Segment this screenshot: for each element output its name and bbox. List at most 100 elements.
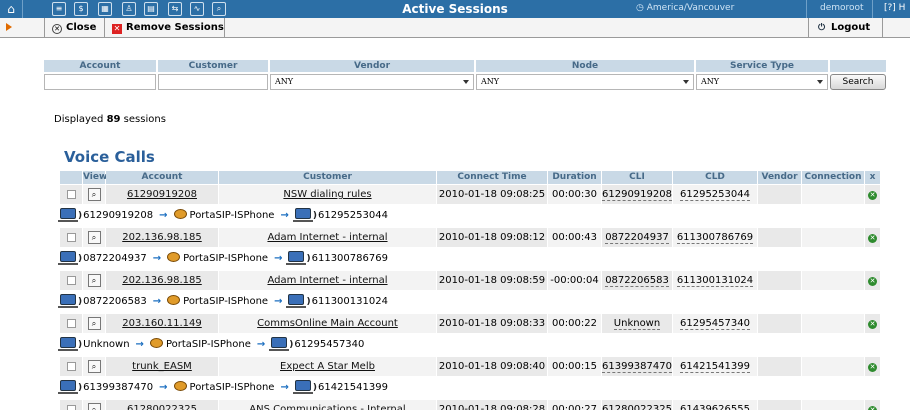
play-arrow-icon (6, 23, 12, 31)
customer-link[interactable]: Adam Internet - internal (267, 275, 387, 286)
account-link[interactable]: 61290919208 (127, 189, 197, 200)
chart-icon[interactable]: ∿ (190, 2, 204, 16)
divider (806, 0, 807, 18)
row-checkbox[interactable] (66, 190, 76, 199)
cell-vendor (758, 357, 801, 377)
view-details-icon[interactable]: ⌕ (87, 188, 101, 201)
cell-customer: Adam Internet - internal (219, 271, 436, 291)
grid-icon[interactable]: ▦ (98, 2, 112, 16)
cell-connect-time: 2010-01-18 09:08:12 (437, 228, 547, 248)
account-link[interactable]: 202.136.98.185 (122, 232, 202, 243)
customer-input[interactable] (158, 74, 268, 90)
home-icon[interactable]: ⌂ (4, 2, 18, 16)
remove-label: Remove Sessions (126, 22, 224, 33)
cell-customer: ANS Communications - Internal (219, 400, 436, 410)
cell-connection (802, 228, 864, 248)
plan-icon[interactable]: ▤ (144, 2, 158, 16)
cell-cld: 611300131024 (673, 271, 757, 291)
cell-connect-time: 2010-01-18 09:08:59 (437, 271, 547, 291)
disconnect-icon[interactable]: ✕ (868, 406, 877, 410)
call-route: )Unknown → PortaSIP-ISPhone →)61295457340 (58, 335, 880, 355)
vendor-select[interactable]: ANY (270, 74, 474, 90)
phone-icon: ) (78, 383, 83, 393)
dollar-icon[interactable]: $ (74, 2, 88, 16)
node-select[interactable]: ANY (476, 74, 694, 90)
cell-view: ⌕ (83, 357, 105, 377)
column-header-account: Account (106, 171, 218, 184)
disconnect-icon[interactable]: ✕ (868, 320, 877, 329)
router-icon (167, 252, 181, 262)
service-type-select[interactable]: ANY (696, 74, 828, 90)
route-via: PortaSIP-ISPhone (189, 382, 275, 393)
view-details-icon[interactable]: ⌕ (87, 403, 101, 410)
cell-check (60, 228, 82, 248)
view-details-icon[interactable]: ⌕ (87, 231, 101, 244)
filter-header-service-type: Service Type (696, 60, 828, 72)
dropdown-arrow-icon (463, 80, 469, 84)
route-from: 61399387470 (83, 382, 154, 393)
row-checkbox[interactable] (66, 319, 76, 328)
transfer-icon[interactable]: ⇆ (168, 2, 182, 16)
router-icon (167, 295, 181, 305)
search-button[interactable]: Search (830, 74, 886, 90)
cli-value: 0872204937 (605, 232, 669, 244)
cli-value: 0872206583 (605, 275, 669, 287)
customer-link[interactable]: Adam Internet - internal (267, 232, 387, 243)
route-via: PortaSIP-ISPhone (183, 296, 269, 307)
logout-icon: ⏻ (818, 23, 826, 33)
list-icon[interactable]: ≡ (52, 2, 66, 16)
customer-link[interactable]: Expect A Star Melb (280, 361, 375, 372)
row-checkbox[interactable] (66, 362, 76, 371)
computer-icon (58, 208, 78, 222)
cell-duration: 00:00:30 (548, 185, 601, 205)
remove-sessions-button[interactable]: ✕ Remove Sessions (106, 18, 224, 37)
help-link[interactable]: [?] H (884, 3, 905, 13)
cell-cli: 0872206583 (602, 271, 672, 291)
disconnect-icon[interactable]: ✕ (868, 191, 877, 200)
arrow-right-icon: → (280, 382, 289, 393)
table-header: View Account Customer Connect Time Duration C… (60, 171, 880, 184)
close-button[interactable]: ✕ Close (46, 18, 104, 37)
row-checkbox[interactable] (66, 233, 76, 242)
account-input[interactable] (44, 74, 156, 90)
cell-x: ✕ (865, 228, 880, 248)
search-icon[interactable]: ⌕ (212, 2, 226, 16)
cell-account: 203.160.11.149 (106, 314, 218, 334)
customer-link[interactable]: CommsOnline Main Account (257, 318, 398, 329)
disconnect-icon[interactable]: ✕ (868, 363, 877, 372)
section-title: Voice Calls (64, 148, 155, 166)
cli-value: 61290919208 (602, 189, 672, 201)
row-checkbox[interactable] (66, 405, 76, 410)
filter-header-vendor: Vendor (270, 60, 474, 72)
node-value: ANY (481, 77, 500, 86)
view-details-icon[interactable]: ⌕ (87, 360, 101, 373)
account-link[interactable]: 203.160.11.149 (122, 318, 202, 329)
disconnect-icon[interactable]: ✕ (868, 277, 877, 286)
view-details-icon[interactable]: ⌕ (87, 274, 101, 287)
disconnect-icon[interactable]: ✕ (868, 234, 877, 243)
service-type-value: ANY (701, 77, 720, 86)
user-icon[interactable]: ♙ (122, 2, 136, 16)
customer-link[interactable]: NSW dialing rules (283, 189, 371, 200)
cell-account: 202.136.98.185 (106, 228, 218, 248)
logout-button[interactable]: ⏻ Logout (812, 18, 882, 37)
username-link[interactable]: demoroot (820, 3, 864, 13)
computer-icon (292, 380, 313, 394)
timezone-link[interactable]: ◷ America/Vancouver (636, 3, 734, 13)
account-link[interactable]: 202.136.98.185 (122, 275, 202, 286)
cell-vendor (758, 271, 801, 291)
filter-header-blank (830, 60, 886, 72)
account-link[interactable]: 61280022325 (127, 404, 197, 410)
cell-check (60, 271, 82, 291)
cell-vendor (758, 185, 801, 205)
phone-icon: ) (78, 211, 83, 221)
cell-connection (802, 357, 864, 377)
route-to: 61295253044 (317, 210, 388, 221)
row-checkbox[interactable] (66, 276, 76, 285)
view-details-icon[interactable]: ⌕ (87, 317, 101, 330)
cell-duration: 00:00:43 (548, 228, 601, 248)
customer-link[interactable]: ANS Communications - Internal (249, 404, 405, 410)
cell-duration: 00:00:22 (548, 314, 601, 334)
timezone-label: America/Vancouver (646, 3, 735, 13)
account-link[interactable]: trunk_EASM (132, 361, 192, 372)
